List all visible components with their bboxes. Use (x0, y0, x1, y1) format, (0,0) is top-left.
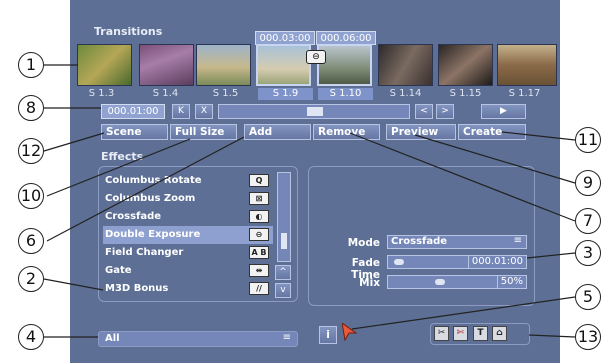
callout-11: 11 (575, 127, 601, 153)
callout-10: 10 (18, 183, 44, 209)
callout-7: 7 (575, 208, 601, 234)
callout-9: 9 (575, 170, 601, 196)
callout-12: 12 (18, 138, 44, 164)
callout-5: 5 (575, 284, 601, 310)
callout-3: 3 (575, 240, 601, 266)
callout-13: 13 (575, 324, 601, 350)
callout-8: 8 (18, 95, 44, 121)
callout-1: 1 (18, 52, 44, 78)
callout-4: 4 (18, 324, 44, 350)
callout-2: 2 (18, 266, 44, 292)
callout-6: 6 (18, 228, 44, 254)
callout-leader-lines (43, 64, 576, 338)
